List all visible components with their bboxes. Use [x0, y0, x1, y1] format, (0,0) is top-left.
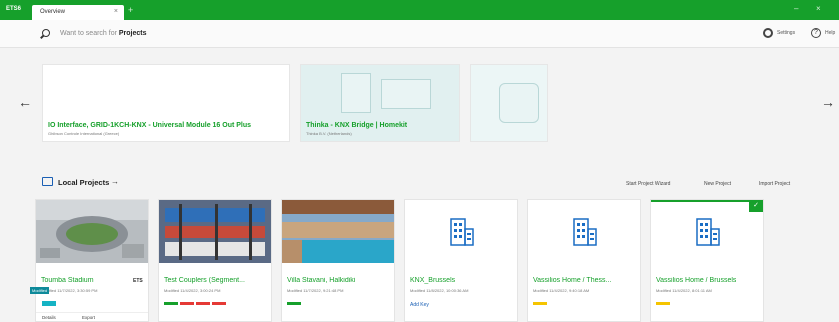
- arrow-right-icon[interactable]: →: [111, 177, 119, 186]
- project-modified: Modified 11/7/2022, 9:21:48 PM: [287, 288, 344, 293]
- building-icon: [696, 218, 720, 246]
- project-modified: Modified 11/4/2022, 8:01:11 AM: [656, 288, 712, 293]
- project-modified: Modified 11/8/2022, 10:00:36 AM: [410, 288, 469, 293]
- add-key-link[interactable]: Add Key: [410, 302, 429, 308]
- minimize-button[interactable]: –: [794, 4, 798, 13]
- new-tab-button[interactable]: +: [128, 5, 133, 15]
- start-project-wizard-button[interactable]: Start Project Wizard: [626, 181, 670, 187]
- building-icon: [573, 218, 597, 246]
- app-name: ETS6: [6, 6, 22, 12]
- tag: [287, 302, 301, 305]
- project-card[interactable]: ✓ Vassilios Home / Brussels Modified 11/…: [650, 199, 764, 322]
- card-footer: Details Export: [36, 312, 148, 322]
- project-title[interactable]: KNX_Brussels: [410, 277, 455, 284]
- title-bar: ETS6 Overview × + – ×: [0, 0, 839, 20]
- tag: [196, 302, 210, 305]
- project-title[interactable]: Vassilios Home / Brussels: [656, 277, 736, 284]
- new-project-button[interactable]: New Project: [704, 181, 731, 187]
- help-label[interactable]: Help: [825, 30, 835, 36]
- project-card[interactable]: Villa Stavani, Halkidiki Modified 11/7/2…: [281, 199, 395, 322]
- product-banner[interactable]: IO Interface, GRID-1KCH-KNX - Universal …: [42, 64, 290, 142]
- search-scope[interactable]: Projects: [119, 30, 147, 37]
- local-projects-title[interactable]: Local Projects: [58, 178, 109, 187]
- import-project-button[interactable]: Import Project: [759, 181, 790, 187]
- project-thumbnail: [36, 200, 148, 263]
- banner-subtitle: Ghibson Controle International (Greece): [48, 131, 120, 136]
- tag: [164, 302, 178, 305]
- search-placeholder: Want to search for: [60, 30, 117, 37]
- banner-title: IO Interface, GRID-1KCH-KNX - Universal …: [48, 122, 252, 129]
- project-modified: Modified 11/7/2022, 3:30:59 PM: [41, 288, 98, 293]
- project-tags: [287, 300, 303, 305]
- tag: [656, 302, 670, 305]
- project-tags: [533, 300, 549, 305]
- banner-image: [301, 65, 459, 141]
- carousel-next-button[interactable]: →: [821, 94, 835, 110]
- tooltip: Modified: [30, 287, 50, 294]
- project-title[interactable]: Test Couplers (Segment...: [164, 277, 245, 284]
- project-title[interactable]: Toumba Stadium: [41, 277, 94, 284]
- project-card[interactable]: KNX_Brussels Modified 11/8/2022, 10:00:3…: [404, 199, 518, 322]
- banner-title: Thinka - KNX Bridge | Homekit: [306, 122, 408, 129]
- project-modified: Modified 11/4/2022, 3:00:24 PM: [164, 288, 221, 293]
- building-icon: [450, 218, 474, 246]
- search-icon[interactable]: [42, 29, 50, 37]
- project-title[interactable]: Vassilios Home / Thess...: [533, 277, 611, 284]
- tab-overview-label: Overview: [40, 9, 66, 15]
- device-image: [341, 73, 371, 113]
- project-card[interactable]: Vassilios Home / Thess... Modified 11/4/…: [527, 199, 641, 322]
- monitor-icon: [42, 177, 53, 186]
- carousel-prev-button[interactable]: ←: [18, 94, 32, 110]
- help-icon[interactable]: ?: [811, 28, 821, 38]
- ets-version-badge: ETS: [133, 278, 143, 284]
- tag: [212, 302, 226, 305]
- product-banner[interactable]: [470, 64, 548, 142]
- tab-overview[interactable]: Overview ×: [32, 5, 124, 20]
- project-tags: [164, 300, 228, 305]
- details-button[interactable]: Details: [42, 315, 56, 320]
- project-title[interactable]: Villa Stavani, Halkidiki: [287, 277, 355, 284]
- project-card[interactable]: Test Couplers (Segment... Modified 11/4/…: [158, 199, 272, 322]
- close-window-button[interactable]: ×: [816, 4, 821, 13]
- banner-subtitle: Thinka B.V. (Netherlands): [306, 131, 352, 136]
- tag: [533, 302, 547, 305]
- device-image: [381, 79, 431, 109]
- project-tags: [656, 300, 672, 305]
- tab-close-button[interactable]: ×: [114, 8, 118, 15]
- project-modified: Modified 11/4/2022, 9:40:18 AM: [533, 288, 590, 293]
- project-thumbnail: [282, 200, 394, 263]
- settings-label[interactable]: Settings: [777, 30, 795, 36]
- search-bar: Want to search for Projects Settings ? H…: [0, 20, 839, 48]
- search-input[interactable]: Want to search for Projects: [60, 30, 147, 37]
- project-thumbnail: [159, 200, 271, 263]
- check-icon[interactable]: ✓: [749, 200, 763, 212]
- gear-icon[interactable]: [763, 28, 773, 38]
- product-banner[interactable]: Thinka - KNX Bridge | Homekit Thinka B.V…: [300, 64, 460, 142]
- tag: [180, 302, 194, 305]
- device-image: [499, 83, 539, 123]
- export-button[interactable]: Export: [82, 315, 95, 320]
- status-chip: [42, 301, 56, 306]
- selected-indicator: [651, 200, 763, 202]
